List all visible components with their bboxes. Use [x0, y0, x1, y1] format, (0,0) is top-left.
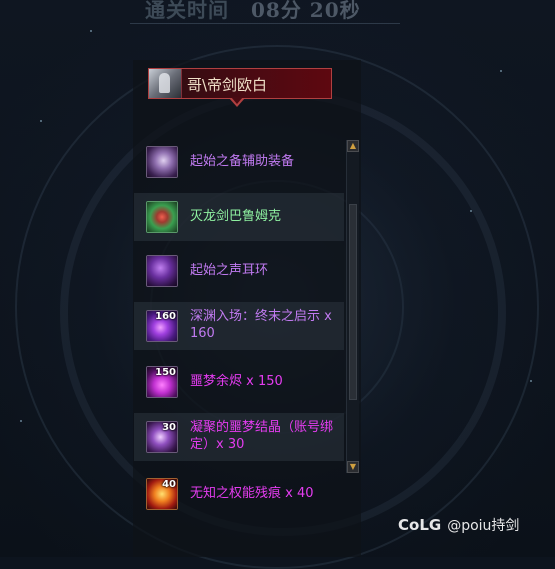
scroll-up-button[interactable]: ▲ [347, 140, 359, 152]
star [530, 380, 532, 382]
loot-item-label: 起始之声耳环 [190, 263, 269, 278]
loot-item-label: 无知之权能残痕 x 40 [190, 486, 314, 501]
loot-item[interactable]: 起始之备辅助装备 [134, 138, 344, 186]
nightmare-ember-icon: 150 [146, 366, 178, 398]
auxiliary-equipment-icon [146, 146, 178, 178]
item-count: 40 [162, 479, 176, 490]
clear-time: 通关时间 08分 20秒 [145, 0, 361, 24]
loot-item[interactable]: 150 噩梦余烬 x 150 [134, 358, 344, 406]
star [90, 30, 92, 32]
abyss-ticket-icon: 160 [146, 310, 178, 342]
scroll-down-button[interactable]: ▼ [347, 461, 359, 473]
star [20, 420, 22, 422]
name-tag-pointer-inner [231, 97, 243, 104]
watermark: CoLG @poiu持剑 [398, 515, 519, 535]
watermark-user: @poiu持剑 [447, 518, 520, 534]
loot-scrollbar[interactable]: ▲ ▼ [346, 140, 359, 473]
star [470, 210, 472, 212]
item-count: 30 [162, 422, 176, 433]
loot-item-label: 灭龙剑巴鲁姆克 [190, 209, 282, 224]
character-name: 哥\帝剑欧白 [187, 76, 268, 94]
loot-item[interactable]: 40 无知之权能残痕 x 40 [134, 470, 344, 518]
item-count: 160 [155, 311, 176, 322]
colg-logo: CoLG [398, 516, 442, 534]
star [500, 70, 502, 72]
loot-item[interactable]: 30 凝聚的噩梦结晶（账号绑定）x 30 [134, 413, 344, 461]
earring-icon [146, 255, 178, 287]
sword-icon [146, 201, 178, 233]
character-avatar [149, 69, 182, 98]
loot-item-label: 起始之备辅助装备 [190, 154, 295, 169]
clear-time-label: 通关时间 [145, 0, 229, 22]
loot-item[interactable]: 160 深渊入场：终末之启示 x 160 [134, 302, 344, 350]
loot-item[interactable]: 起始之声耳环 [134, 247, 344, 295]
nightmare-crystal-icon: 30 [146, 421, 178, 453]
character-name-tag: 哥\帝剑欧白 [148, 68, 332, 99]
loot-item[interactable]: 灭龙剑巴鲁姆克 [134, 193, 344, 241]
item-count: 150 [155, 367, 176, 378]
power-remnant-icon: 40 [146, 478, 178, 510]
scroll-thumb[interactable] [349, 204, 357, 400]
divider [130, 23, 400, 24]
clear-time-value: 08分 20秒 [251, 0, 361, 22]
loot-item-label: 深渊入场：终末之启示 x 160 [190, 309, 332, 341]
loot-item-label: 噩梦余烬 x 150 [190, 374, 283, 389]
star [40, 120, 42, 122]
loot-item-label: 凝聚的噩梦结晶（账号绑定）x 30 [190, 420, 334, 452]
